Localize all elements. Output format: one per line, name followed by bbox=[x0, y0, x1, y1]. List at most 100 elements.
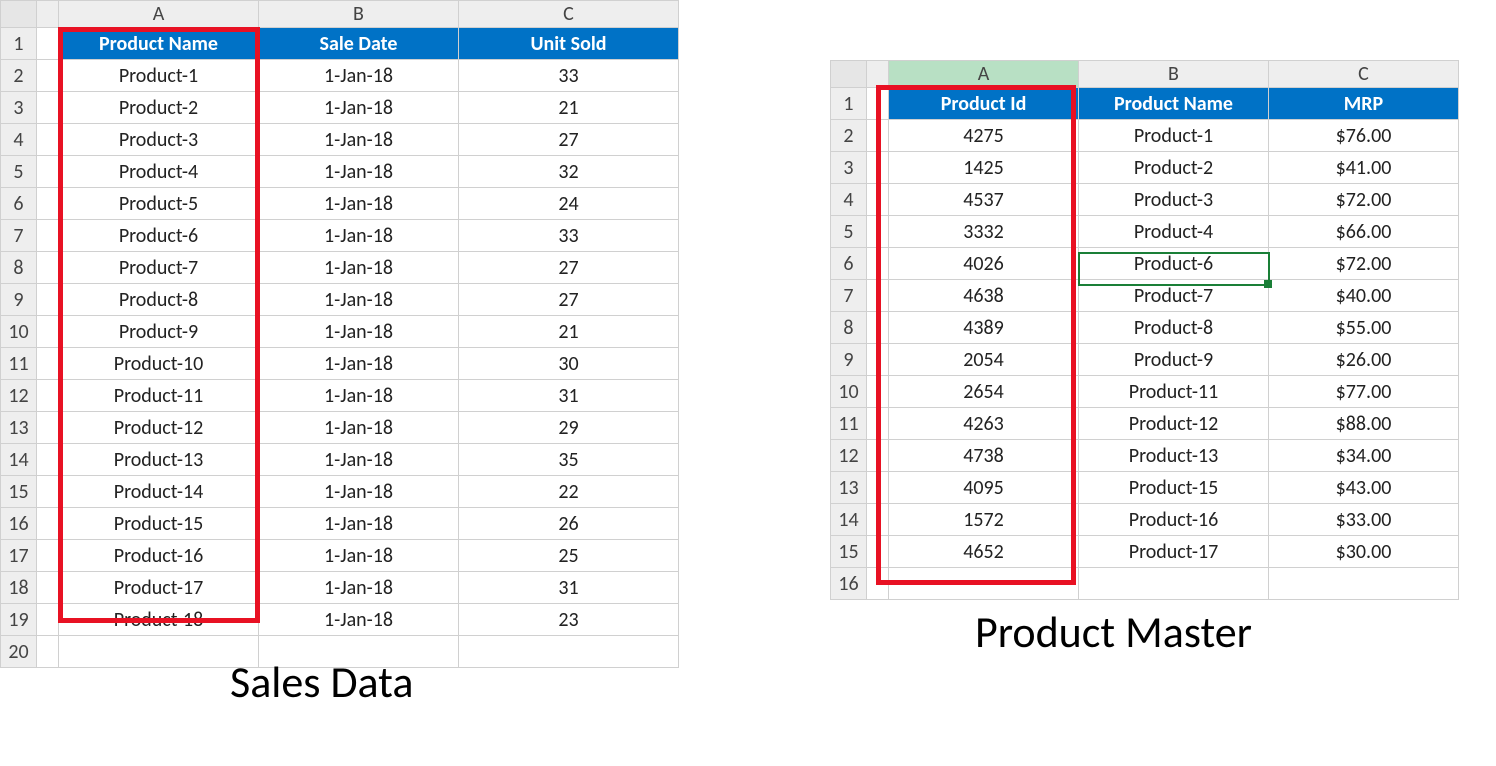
cell[interactable]: 21 bbox=[459, 92, 679, 124]
row-header[interactable]: 3 bbox=[831, 152, 867, 184]
cell[interactable]: $55.00 bbox=[1269, 312, 1459, 344]
col-header[interactable]: B bbox=[259, 1, 459, 28]
cell[interactable]: $77.00 bbox=[1269, 376, 1459, 408]
col-gutter[interactable] bbox=[37, 1, 59, 28]
cell[interactable]: 1425 bbox=[889, 152, 1079, 184]
cell[interactable]: 32 bbox=[459, 156, 679, 188]
cell[interactable]: Product-16 bbox=[59, 540, 259, 572]
cell[interactable]: 1-Jan-18 bbox=[259, 540, 459, 572]
cell[interactable]: 1-Jan-18 bbox=[259, 380, 459, 412]
row-header[interactable]: 11 bbox=[831, 408, 867, 440]
col-header[interactable]: A bbox=[59, 1, 259, 28]
row-header[interactable]: 11 bbox=[1, 348, 37, 380]
cell[interactable]: 1-Jan-18 bbox=[259, 604, 459, 636]
select-all-corner[interactable] bbox=[1, 1, 37, 28]
header-cell[interactable]: Unit Sold bbox=[459, 28, 679, 60]
cell[interactable]: 1-Jan-18 bbox=[259, 572, 459, 604]
row-header[interactable]: 15 bbox=[831, 536, 867, 568]
row-header[interactable]: 7 bbox=[831, 280, 867, 312]
cell[interactable]: Product-5 bbox=[59, 188, 259, 220]
cell[interactable]: 4389 bbox=[889, 312, 1079, 344]
row-header[interactable]: 7 bbox=[1, 220, 37, 252]
row-header[interactable]: 10 bbox=[1, 316, 37, 348]
cell[interactable]: 27 bbox=[459, 124, 679, 156]
row-header[interactable]: 9 bbox=[831, 344, 867, 376]
cell[interactable]: 1-Jan-18 bbox=[259, 124, 459, 156]
row-header[interactable]: 12 bbox=[831, 440, 867, 472]
row-header[interactable]: 15 bbox=[1, 476, 37, 508]
row-header[interactable]: 2 bbox=[1, 60, 37, 92]
cell[interactable]: 4095 bbox=[889, 472, 1079, 504]
cell[interactable]: 27 bbox=[459, 284, 679, 316]
cell[interactable]: 2054 bbox=[889, 344, 1079, 376]
header-cell[interactable]: Product Name bbox=[1079, 88, 1269, 120]
col-header[interactable]: C bbox=[1269, 61, 1459, 88]
cell[interactable]: 1-Jan-18 bbox=[259, 316, 459, 348]
cell[interactable]: Product-2 bbox=[1079, 152, 1269, 184]
cell[interactable]: Product-18 bbox=[59, 604, 259, 636]
cell[interactable]: 33 bbox=[459, 60, 679, 92]
cell[interactable]: 1-Jan-18 bbox=[259, 252, 459, 284]
row-header[interactable]: 4 bbox=[1, 124, 37, 156]
cell[interactable]: 1-Jan-18 bbox=[259, 220, 459, 252]
cell[interactable]: 1572 bbox=[889, 504, 1079, 536]
cell[interactable]: $43.00 bbox=[1269, 472, 1459, 504]
cell[interactable]: Product-11 bbox=[1079, 376, 1269, 408]
cell[interactable]: Product-1 bbox=[1079, 120, 1269, 152]
cell[interactable]: Product-7 bbox=[1079, 280, 1269, 312]
cell[interactable]: $76.00 bbox=[1269, 120, 1459, 152]
cell[interactable]: Product-6 bbox=[59, 220, 259, 252]
row-header[interactable]: 2 bbox=[831, 120, 867, 152]
header-cell[interactable]: Product Id bbox=[889, 88, 1079, 120]
cell[interactable]: 4026 bbox=[889, 248, 1079, 280]
cell[interactable]: 1-Jan-18 bbox=[259, 412, 459, 444]
row-header[interactable]: 14 bbox=[1, 444, 37, 476]
cell[interactable]: Product-9 bbox=[59, 316, 259, 348]
cell[interactable]: Product-7 bbox=[59, 252, 259, 284]
cell[interactable]: 4537 bbox=[889, 184, 1079, 216]
cell[interactable]: 30 bbox=[459, 348, 679, 380]
cell[interactable]: Product-12 bbox=[1079, 408, 1269, 440]
select-all-corner[interactable] bbox=[831, 61, 867, 88]
header-cell[interactable]: Sale Date bbox=[259, 28, 459, 60]
cell[interactable]: Product-4 bbox=[1079, 216, 1269, 248]
col-header[interactable]: B bbox=[1079, 61, 1269, 88]
cell[interactable]: Product-11 bbox=[59, 380, 259, 412]
cell[interactable]: 4275 bbox=[889, 120, 1079, 152]
cell[interactable]: 23 bbox=[459, 604, 679, 636]
cell[interactable]: 4652 bbox=[889, 536, 1079, 568]
cell[interactable]: 4263 bbox=[889, 408, 1079, 440]
row-header[interactable]: 10 bbox=[831, 376, 867, 408]
cell[interactable]: 26 bbox=[459, 508, 679, 540]
cell[interactable]: 1-Jan-18 bbox=[259, 508, 459, 540]
cell[interactable]: Product-1 bbox=[59, 60, 259, 92]
cell[interactable]: Product-3 bbox=[1079, 184, 1269, 216]
cell[interactable]: 25 bbox=[459, 540, 679, 572]
row-header[interactable]: 6 bbox=[1, 188, 37, 220]
row-header[interactable]: 13 bbox=[1, 412, 37, 444]
cell[interactable]: $72.00 bbox=[1269, 248, 1459, 280]
cell[interactable]: $72.00 bbox=[1269, 184, 1459, 216]
cell[interactable]: Product-17 bbox=[1079, 536, 1269, 568]
cell[interactable]: Product-3 bbox=[59, 124, 259, 156]
cell[interactable]: 4638 bbox=[889, 280, 1079, 312]
row-header[interactable]: 6 bbox=[831, 248, 867, 280]
col-header[interactable]: C bbox=[459, 1, 679, 28]
cell[interactable]: 2654 bbox=[889, 376, 1079, 408]
cell[interactable]: 31 bbox=[459, 380, 679, 412]
row-header[interactable]: 14 bbox=[831, 504, 867, 536]
row-header[interactable]: 17 bbox=[1, 540, 37, 572]
cell[interactable]: 1-Jan-18 bbox=[259, 156, 459, 188]
cell[interactable]: 22 bbox=[459, 476, 679, 508]
cell[interactable]: $88.00 bbox=[1269, 408, 1459, 440]
cell[interactable]: $66.00 bbox=[1269, 216, 1459, 248]
row-header[interactable]: 1 bbox=[1, 28, 37, 60]
cell[interactable]: Product-10 bbox=[59, 348, 259, 380]
cell[interactable]: $40.00 bbox=[1269, 280, 1459, 312]
cell[interactable]: 35 bbox=[459, 444, 679, 476]
row-header[interactable]: 19 bbox=[1, 604, 37, 636]
cell[interactable]: Product-12 bbox=[59, 412, 259, 444]
cell[interactable]: 21 bbox=[459, 316, 679, 348]
cell[interactable]: 1-Jan-18 bbox=[259, 92, 459, 124]
cell[interactable]: 4738 bbox=[889, 440, 1079, 472]
